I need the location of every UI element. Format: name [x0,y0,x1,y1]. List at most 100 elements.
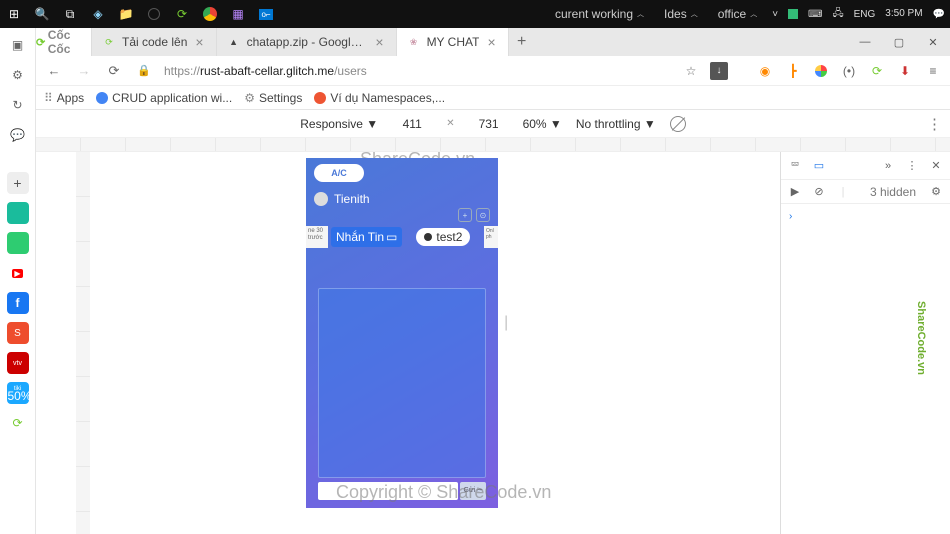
chrome-icon[interactable] [196,0,224,28]
plus-button[interactable]: + [458,208,472,222]
sidebar-app-vtv[interactable]: vtv [7,352,29,374]
device-bar-menu-icon[interactable]: ⋮ [927,115,942,133]
inspect-icon[interactable]: ⮹ [787,158,803,174]
message-input[interactable] [318,482,458,500]
minimize-button[interactable]: — [848,28,882,56]
tray-app-icon[interactable] [783,0,803,28]
reload-button[interactable]: ⟳ [104,61,124,81]
device-toggle-icon[interactable]: ▭ [811,158,827,174]
search-icon[interactable]: 🔍 [28,0,56,28]
sidebar-messenger-icon[interactable]: 💬 [7,124,29,146]
browser-left-sidebar: ▣ ⚙ ↻ 💬 + ▶ f S vtv tiki-50% ⟳ [0,28,36,534]
ext-icon-3[interactable] [812,62,830,80]
forward-button[interactable]: → [74,61,94,81]
send-button[interactable]: Gửi ⌲ [460,482,486,500]
taskbar-folder-office[interactable]: office︿ [708,7,767,21]
system-tray: ˅ ⌨ 🖧 ENG 3:50 PM 💬 [767,0,950,28]
divider: | [835,184,851,200]
tab-close-icon[interactable]: × [373,34,385,50]
rotate-icon[interactable] [670,116,686,132]
chat-messages-area[interactable] [318,288,486,478]
ext-icon-4[interactable]: (•) [840,62,858,80]
tray-clock[interactable]: 3:50 PM [880,0,927,28]
throttling-dropdown[interactable]: No throttling ▼ [576,117,656,131]
tray-keyboard-icon[interactable]: ⌨ [803,0,827,28]
tab-close-icon[interactable]: × [485,34,497,50]
sidebar-app-green[interactable] [7,232,29,254]
download-icon[interactable]: ↓ [710,62,728,80]
sidebar-add-button[interactable]: + [7,172,29,194]
block-icon[interactable]: ⊘ [811,184,827,200]
play-icon[interactable]: ▶ [787,184,803,200]
mobile-preview: A/C Tienith + ⊙ ne 30 trước Nhắn Tin▭ te… [306,158,498,508]
sidebar-app-shopee[interactable]: S [7,322,29,344]
sidebar-gear-icon[interactable]: ⚙ [7,64,29,86]
tray-notifications-icon[interactable]: 💬 [928,0,950,28]
contact-card-right[interactable]: Onl ph [484,226,498,248]
ext-icon-5[interactable]: ⟳ [868,62,886,80]
app-logo[interactable]: A/C [314,164,364,182]
tray-chevron-icon[interactable]: ˅ [767,0,783,28]
chat-icon: ▭ [386,230,397,244]
ext-icon-1[interactable]: ◉ [756,62,774,80]
sidebar-save-icon[interactable]: ▣ [7,34,29,56]
chat-input-bar: Gửi ⌲ [318,482,486,500]
contact-test2[interactable]: test2 [416,228,470,246]
gear-icon[interactable]: ⚙ [928,184,944,200]
responsive-dropdown[interactable]: Responsive ▼ [300,117,378,131]
new-tab-button[interactable]: + [509,33,535,51]
maximize-button[interactable]: ▢ [882,28,916,56]
webpack-icon[interactable]: ◈ [84,0,112,28]
zoom-dropdown[interactable]: 60% ▼ [523,117,562,131]
devtools-close-icon[interactable]: ✕ [928,158,944,174]
circle-button[interactable]: ⊙ [476,208,490,222]
ext-icon-2[interactable]: ┣ [784,62,802,80]
teams-icon[interactable]: ▦ [224,0,252,28]
hidden-count[interactable]: 3 hidden [870,185,916,199]
tab-my-chat[interactable]: ❀ MY CHAT × [397,28,509,56]
sidebar-app-tiki[interactable]: tiki-50% [7,382,29,404]
star-icon[interactable]: ☆ [682,62,700,80]
tray-lang[interactable]: ENG [849,0,881,28]
tab-title: chatapp.zip - Google Drive [247,35,368,49]
message-button[interactable]: Nhắn Tin▭ [331,227,402,247]
task-view-icon[interactable]: ⧉ [56,0,84,28]
width-input[interactable]: 411 [392,117,432,131]
record-icon[interactable] [140,0,168,28]
bookmark-apps[interactable]: ⠿Apps [44,91,84,105]
taskbar-folder-working[interactable]: curent working︿ [545,7,654,21]
more-tabs-icon[interactable]: » [880,158,896,174]
tab-strip: ⟳ Cốc Cốc ⟳ Tải code lên × ▲ chatapp.zip… [36,28,950,56]
devtools-menu-icon[interactable]: ⋮ [904,158,920,174]
back-button[interactable]: ← [44,61,64,81]
tab-tai-code[interactable]: ⟳ Tải code lên × [92,28,217,56]
address-bar-row: ← → ⟳ 🔒 https://rust-abaft-cellar.glitch… [36,56,950,86]
outlook-icon[interactable]: o⌐ [252,0,280,28]
ext-download-icon[interactable]: ⬇ [896,62,914,80]
sidebar-app-facebook[interactable]: f [7,292,29,314]
sidebar-app-teal[interactable] [7,202,29,224]
tab-close-icon[interactable]: × [193,34,205,50]
bookmark-settings[interactable]: ⚙Settings [244,91,302,105]
sidebar-app-youtube[interactable]: ▶ [7,262,29,284]
bookmark-crud[interactable]: CRUD application wi... [96,91,232,105]
tray-network-icon[interactable]: 🖧 [827,0,848,28]
sidebar-history-icon[interactable]: ↻ [7,94,29,116]
start-button[interactable]: ⊞ [0,0,28,28]
bookmark-vidu[interactable]: Ví dụ Namespaces,... [314,91,445,105]
sidebar-app-coccoc[interactable]: ⟳ [7,412,29,434]
file-explorer-icon[interactable]: 📁 [112,0,140,28]
coccoc-taskbar-icon[interactable]: ⟳ [168,0,196,28]
devtools-console[interactable]: › [781,204,950,534]
contacts-row: ne 30 trước Nhắn Tin▭ test2 Onl ph [306,226,498,248]
lock-icon[interactable]: 🔒 [134,61,154,81]
url-display[interactable]: https://rust-abaft-cellar.glitch.me/user… [164,64,672,78]
menu-icon[interactable]: ≡ [924,62,942,80]
taskbar-folder-ides[interactable]: Ides︿ [654,7,708,21]
tab-google-drive[interactable]: ▲ chatapp.zip - Google Drive × [217,28,397,56]
coccoc-logo[interactable]: ⟳ Cốc Cốc [36,28,92,56]
avatar-dot-icon [424,233,432,241]
contact-card-left[interactable]: ne 30 trước [306,226,328,248]
height-input[interactable]: 731 [469,117,509,131]
close-button[interactable]: ✕ [916,28,950,56]
